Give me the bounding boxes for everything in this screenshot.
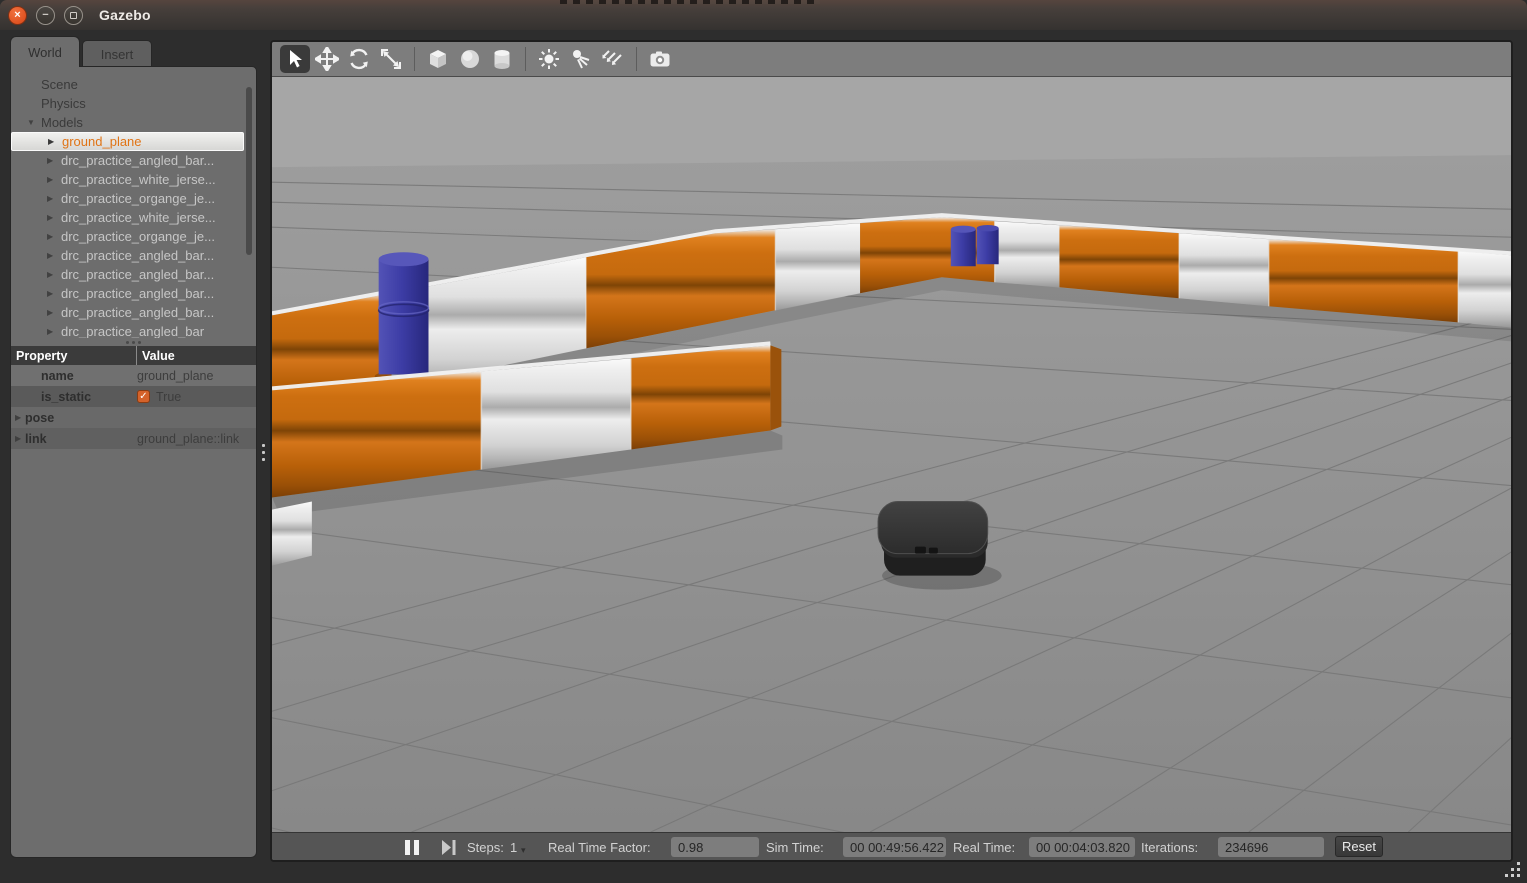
render-toolbar — [272, 42, 1511, 77]
spot-light-tool[interactable] — [566, 45, 596, 73]
property-row-link[interactable]: ▶ link ground_plane::link — [11, 428, 256, 449]
directional-light-tool[interactable] — [598, 45, 628, 73]
expand-icon[interactable]: ▶ — [47, 251, 61, 260]
maximize-button[interactable] — [64, 6, 83, 25]
expand-icon[interactable]: ▶ — [48, 137, 62, 146]
property-row-name[interactable]: name ground_plane — [11, 365, 256, 386]
expand-icon[interactable]: ▼ — [27, 118, 41, 127]
scale-tool[interactable] — [376, 45, 406, 73]
step-forward-icon — [442, 840, 456, 855]
world-panel: Scene Physics ▼ Models ▶ ground_plane ▶ … — [10, 66, 257, 858]
tree-item-scene[interactable]: Scene — [11, 75, 256, 94]
tree-item-model[interactable]: ▶ drc_practice_angled_bar... — [11, 303, 256, 322]
tree-item-model[interactable]: ▶ drc_practice_organge_je... — [11, 189, 256, 208]
screenshot-tool[interactable] — [645, 45, 675, 73]
viewport-frame: Steps: 1 ▾ Real Time Factor: 0.98 Sim Ti… — [270, 40, 1513, 862]
expand-icon[interactable]: ▶ — [47, 270, 61, 279]
property-column-header: Property — [11, 346, 137, 365]
playback-statusbar: Steps: 1 ▾ Real Time Factor: 0.98 Sim Ti… — [272, 832, 1511, 860]
tree-item-model[interactable]: ▶ drc_practice_angled_bar — [11, 322, 256, 338]
property-row-pose[interactable]: ▶ pose — [11, 407, 256, 428]
sphere-icon — [458, 47, 482, 71]
rtf-label: Real Time Factor: — [548, 833, 651, 861]
spot-light-icon — [569, 47, 593, 71]
toolbar-separator — [525, 47, 526, 71]
expand-icon[interactable]: ▶ — [47, 213, 61, 222]
expand-icon[interactable]: ▶ — [11, 434, 25, 443]
real-time-label: Real Time: — [953, 833, 1015, 861]
iterations-label: Iterations: — [1141, 833, 1198, 861]
tree-scrollbar[interactable] — [246, 87, 252, 255]
render-viewport[interactable] — [272, 77, 1511, 832]
rtf-field[interactable]: 0.98 — [671, 837, 759, 857]
insert-sphere-tool[interactable] — [455, 45, 485, 73]
blue-barrels[interactable] — [951, 225, 999, 266]
panel-splitter-handle[interactable] — [11, 338, 256, 346]
directional-light-icon — [601, 47, 625, 71]
property-table: Property Value name ground_plane is_stat… — [11, 346, 256, 449]
point-light-icon — [537, 47, 561, 71]
tree-item-models[interactable]: ▼ Models — [11, 113, 256, 132]
sim-time-label: Sim Time: — [766, 833, 824, 861]
scale-icon — [379, 47, 403, 71]
property-row-is-static[interactable]: is_static ✓ True — [11, 386, 256, 407]
expand-icon[interactable]: ▶ — [47, 308, 61, 317]
expand-icon[interactable]: ▶ — [47, 327, 61, 336]
tree-item-model[interactable]: ▶ drc_practice_organge_je... — [11, 227, 256, 246]
expand-icon[interactable]: ▶ — [47, 194, 61, 203]
reset-button[interactable]: Reset — [1335, 836, 1383, 857]
step-forward-button[interactable] — [442, 833, 456, 861]
cylinder-icon — [490, 47, 514, 71]
iterations-field[interactable]: 234696 — [1218, 837, 1324, 857]
tab-insert[interactable]: Insert — [82, 40, 152, 67]
tab-world[interactable]: World — [10, 36, 80, 67]
close-button[interactable]: × — [8, 6, 27, 25]
tree-item-model[interactable]: ▶ drc_practice_white_jerse... — [11, 208, 256, 227]
tree-item-model[interactable]: ▶ drc_practice_angled_bar... — [11, 284, 256, 303]
translate-icon — [315, 47, 339, 71]
expand-icon[interactable]: ▶ — [47, 289, 61, 298]
background-window-sliver — [560, 0, 820, 4]
is-static-checkbox[interactable]: ✓ — [137, 390, 150, 403]
blue-cylinder-stack[interactable] — [375, 252, 433, 382]
insert-cylinder-tool[interactable] — [487, 45, 517, 73]
window-title: Gazebo — [99, 7, 151, 23]
select-arrow-icon — [284, 48, 306, 70]
tree-item-model[interactable]: ▶ drc_practice_angled_bar... — [11, 151, 256, 170]
tree-item-model[interactable]: ▶ drc_practice_angled_bar... — [11, 246, 256, 265]
panel-viewport-splitter[interactable] — [257, 36, 270, 862]
select-arrow-tool[interactable] — [280, 45, 310, 73]
titlebar[interactable]: × − Gazebo — [0, 0, 1527, 30]
tree-item-physics[interactable]: Physics — [11, 94, 256, 113]
sim-time-field[interactable]: 00 00:49:56.422 — [843, 837, 946, 857]
steps-dropdown-icon[interactable]: ▾ — [521, 836, 526, 862]
robot-model[interactable] — [878, 502, 1002, 590]
tree-item-model[interactable]: ▶ drc_practice_angled_bar... — [11, 265, 256, 284]
toolbar-separator — [636, 47, 637, 71]
minimize-button[interactable]: − — [36, 6, 55, 25]
model-tree[interactable]: Scene Physics ▼ Models ▶ ground_plane ▶ … — [11, 67, 256, 338]
expand-icon[interactable]: ▶ — [11, 413, 25, 422]
real-time-field[interactable]: 00 00:04:03.820 — [1029, 837, 1135, 857]
expand-icon[interactable]: ▶ — [47, 156, 61, 165]
steps-value[interactable]: 1 — [510, 833, 517, 861]
box-icon — [426, 47, 450, 71]
expand-icon[interactable]: ▶ — [47, 232, 61, 241]
value-column-header: Value — [137, 346, 256, 365]
scene-3d[interactable] — [272, 77, 1511, 832]
resize-grip[interactable] — [1505, 862, 1522, 879]
screenshot-camera-icon — [648, 47, 672, 71]
gazebo-window: × − Gazebo Insert World Scene Physics ▼ … — [0, 0, 1527, 883]
expand-icon[interactable]: ▶ — [47, 175, 61, 184]
tree-item-model[interactable]: ▶ drc_practice_white_jerse... — [11, 170, 256, 189]
rotate-tool[interactable] — [344, 45, 374, 73]
point-light-tool[interactable] — [534, 45, 564, 73]
insert-box-tool[interactable] — [423, 45, 453, 73]
tree-item-ground-plane[interactable]: ▶ ground_plane — [11, 132, 244, 151]
pause-button[interactable] — [405, 833, 423, 861]
steps-label: Steps: — [467, 833, 504, 861]
toolbar-separator — [414, 47, 415, 71]
translate-tool[interactable] — [312, 45, 342, 73]
rotate-icon — [347, 47, 371, 71]
